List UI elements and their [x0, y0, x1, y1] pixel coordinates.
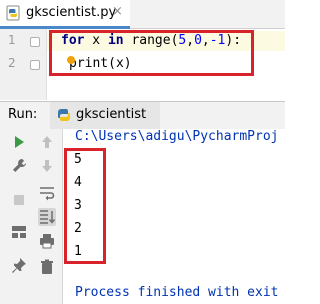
run-toolbar [0, 129, 63, 304]
console-command: C:\Users\adigu\PycharmProj [75, 129, 279, 144]
line-number: 2 [8, 56, 16, 70]
print-icon[interactable] [38, 232, 56, 250]
editor-tab-bar: gkscientist.py × [0, 0, 285, 29]
close-icon[interactable]: × [112, 4, 123, 19]
editor-gutter: 1 2 [0, 29, 47, 100]
editor-tab[interactable]: gkscientist.py × [0, 0, 130, 29]
run-config-tab[interactable]: gkscientist [50, 102, 160, 129]
python-file-icon [6, 5, 20, 21]
process-finished-message: Process finished with exit [75, 285, 279, 300]
soft-wrap-icon[interactable] [38, 184, 56, 202]
fold-marker-icon[interactable] [30, 37, 40, 47]
down-arrow-icon[interactable] [38, 157, 56, 175]
up-arrow-icon[interactable] [38, 133, 56, 151]
stop-icon[interactable] [10, 191, 28, 209]
line-number: 1 [8, 33, 16, 47]
run-config-name: gkscientist [76, 107, 147, 122]
trash-icon[interactable] [38, 258, 56, 276]
wrench-icon[interactable] [10, 157, 28, 175]
pin-icon[interactable] [10, 256, 28, 274]
highlight-box-code [49, 30, 254, 76]
layout-icon[interactable] [10, 223, 28, 241]
fold-marker-icon[interactable] [30, 60, 40, 70]
editor-tab-filename: gkscientist.py [26, 5, 117, 20]
python-run-icon [58, 109, 70, 121]
highlight-box-output [64, 148, 106, 264]
run-panel-label: Run: [8, 107, 38, 122]
run-panel-header: Run: gkscientist [0, 101, 285, 130]
run-icon[interactable] [10, 133, 28, 151]
scroll-to-end-icon[interactable] [38, 208, 56, 226]
